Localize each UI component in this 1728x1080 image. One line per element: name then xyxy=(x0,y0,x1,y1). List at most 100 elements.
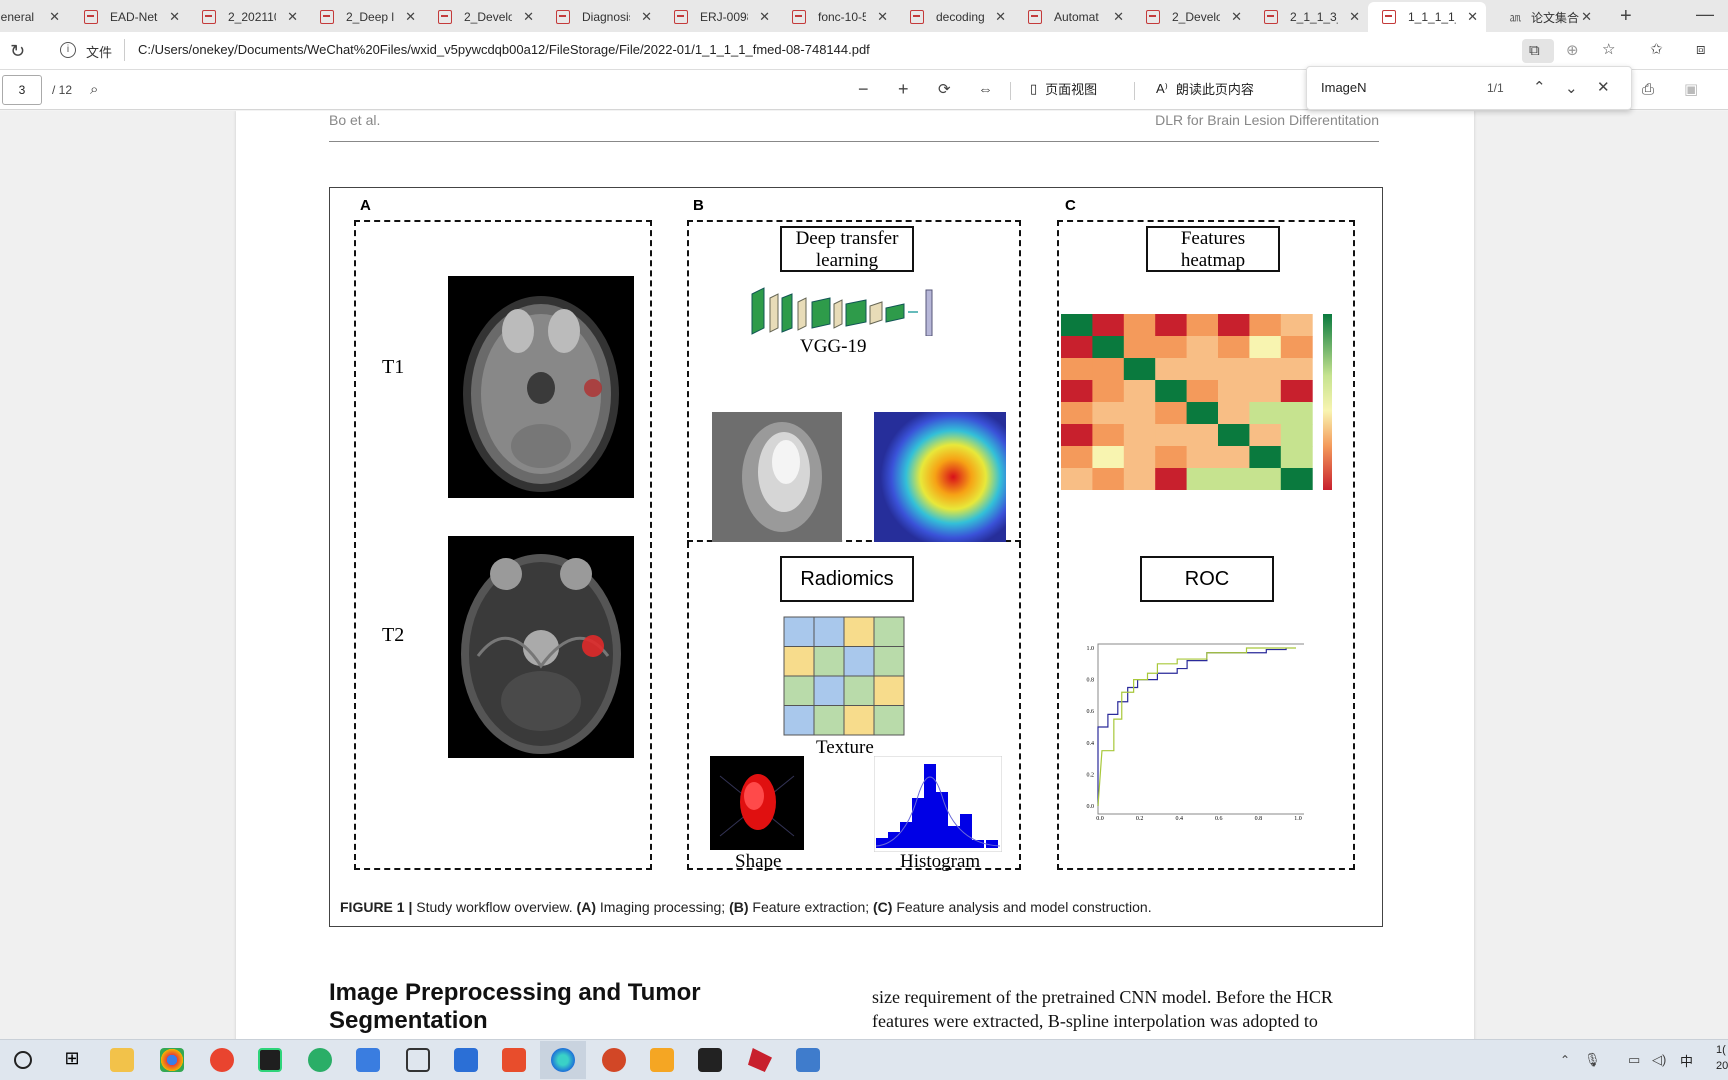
browser-tab[interactable]: 2_202110 ✕ xyxy=(188,2,306,32)
browser-tab[interactable]: ㏂论文集合 ✕ xyxy=(1500,2,1600,32)
xmind-icon[interactable] xyxy=(502,1048,526,1072)
tab-label: decoding xyxy=(936,10,984,24)
network-icon[interactable]: ▭ xyxy=(1628,1050,1640,1070)
browser-tab[interactable]: Diagnosis ✕ xyxy=(542,2,660,32)
pdf-icon xyxy=(792,10,806,24)
info-icon[interactable]: i xyxy=(60,42,76,58)
tab-close-icon[interactable]: ✕ xyxy=(405,9,416,25)
tray-expand-icon[interactable]: ⌃ xyxy=(1560,1050,1570,1070)
app-icon[interactable] xyxy=(210,1048,234,1072)
tab-close-icon[interactable]: ✕ xyxy=(169,9,180,25)
heatmap-cell xyxy=(1218,424,1250,447)
heatmap-cell xyxy=(1123,358,1156,381)
pdf-icon xyxy=(84,10,98,24)
tab-close-icon[interactable]: ✕ xyxy=(759,9,770,25)
task-view-icon[interactable]: ⊞ xyxy=(60,1048,84,1072)
tab-close-icon[interactable]: ✕ xyxy=(523,9,534,25)
url-text[interactable]: C:/Users/onekey/Documents/WeChat%20Files… xyxy=(138,42,870,57)
tab-label: 1_1_1_1_ xyxy=(1408,10,1456,24)
pdf-viewer[interactable]: Bo et al. DLR for Brain Lesion Different… xyxy=(0,111,1728,1039)
reader-mode-button[interactable]: ⧉ xyxy=(1522,39,1554,63)
photos-icon[interactable] xyxy=(796,1048,820,1072)
tab-close-icon[interactable]: ✕ xyxy=(1581,9,1592,25)
page-view-button[interactable]: ▯ 页面视图 xyxy=(1030,79,1097,98)
heatmap-cell xyxy=(1061,380,1093,403)
browser-tab[interactable]: ERJ-0098 ✕ xyxy=(660,2,778,32)
app-icon[interactable] xyxy=(650,1048,674,1072)
refresh-icon[interactable]: ↻ xyxy=(10,41,25,61)
texture-cell xyxy=(783,616,815,647)
roc-x-tick: 0.6 xyxy=(1215,816,1223,822)
pdf-icon xyxy=(438,10,452,24)
zoom-in-icon[interactable]: + xyxy=(898,79,909,99)
browser-tab[interactable]: Automat ✕ xyxy=(1014,2,1132,32)
volume-icon[interactable]: ◁) xyxy=(1652,1050,1666,1070)
t2-label: T2 xyxy=(382,624,405,646)
new-tab-icon[interactable]: + xyxy=(1620,6,1632,26)
tab-close-icon[interactable]: ✕ xyxy=(1349,9,1360,25)
browser-tab[interactable]: general ✕ xyxy=(0,2,68,32)
powerpoint-icon[interactable] xyxy=(602,1048,626,1072)
heatmap-cell xyxy=(1155,468,1188,490)
print-icon[interactable]: ⎙ xyxy=(1642,80,1654,100)
chrome-icon[interactable] xyxy=(160,1048,184,1072)
zoom-out-icon[interactable]: − xyxy=(858,79,869,99)
find-next-icon[interactable]: ⌄ xyxy=(1565,79,1578,99)
file-explorer-icon[interactable] xyxy=(110,1048,134,1072)
tab-label: 2_1_1_3_ xyxy=(1290,10,1338,24)
heatmap-cell xyxy=(1092,402,1125,425)
figure-1: A B C T1 T2 Deep transfer learning VGG-1… xyxy=(329,187,1383,927)
zoom-icon[interactable]: ⊕ xyxy=(1566,41,1579,61)
tab-close-icon[interactable]: ✕ xyxy=(1467,9,1478,25)
video-icon[interactable] xyxy=(406,1048,430,1072)
address-bar: ↻ i 文件 C:/Users/onekey/Documents/WeChat%… xyxy=(0,32,1728,70)
tab-close-icon[interactable]: ✕ xyxy=(1113,9,1124,25)
pdf-icon xyxy=(320,10,334,24)
tab-close-icon[interactable]: ✕ xyxy=(995,9,1006,25)
tab-close-icon[interactable]: ✕ xyxy=(49,9,60,25)
feishu-icon[interactable] xyxy=(356,1048,380,1072)
rotate-icon[interactable]: ⟳ xyxy=(938,80,951,100)
pycharm-icon[interactable] xyxy=(258,1048,282,1072)
page-number-input[interactable]: 3 xyxy=(2,75,42,105)
browser-tab[interactable]: 2_Develop ✕ xyxy=(1132,2,1250,32)
heatmap-cell xyxy=(1061,314,1093,337)
tab-close-icon[interactable]: ✕ xyxy=(1231,9,1242,25)
minimize-icon[interactable]: — xyxy=(1696,4,1714,24)
app-icon[interactable] xyxy=(748,1048,772,1072)
tab-close-icon[interactable]: ✕ xyxy=(877,9,888,25)
browser-tab[interactable]: 2_Develop ✕ xyxy=(424,2,542,32)
cortana-search-icon[interactable] xyxy=(14,1051,32,1069)
roc-chart: 0.00.0 0.2 0.2 0.4 0.4 0.6 0.6 0.8 0.8 1.0 1.0 xyxy=(1087,643,1304,822)
browser-tab[interactable]: EAD-Net ✕ xyxy=(70,2,188,32)
shape-label: Shape xyxy=(735,851,782,872)
microphone-icon[interactable]: 🎙 xyxy=(1584,1050,1601,1070)
browser-tab[interactable]: 2_1_1_3_ ✕ xyxy=(1250,2,1368,32)
tab-close-icon[interactable]: ✕ xyxy=(287,9,298,25)
tab-close-icon[interactable]: ✕ xyxy=(641,9,652,25)
edge-taskbar-active[interactable] xyxy=(540,1041,586,1079)
save-icon[interactable]: ▣ xyxy=(1684,80,1698,100)
ime-indicator[interactable]: 中 xyxy=(1680,1051,1693,1070)
collections-icon[interactable]: ⧈ xyxy=(1696,40,1706,60)
browser-tab[interactable]: decoding ✕ xyxy=(896,2,1014,32)
heatmap-cell xyxy=(1249,358,1282,381)
fit-width-icon[interactable]: ⇔ xyxy=(978,80,993,100)
browser-tab[interactable]: 1_1_1_1_ ✕ xyxy=(1368,2,1486,32)
search-icon[interactable]: ⌕ xyxy=(90,80,98,100)
caption-ref-c: (C) xyxy=(873,899,893,915)
find-close-icon[interactable]: ✕ xyxy=(1597,78,1610,98)
terminal-icon[interactable] xyxy=(698,1048,722,1072)
app-icon[interactable] xyxy=(454,1048,478,1072)
read-aloud-button[interactable]: A⁾ 朗读此页内容 xyxy=(1156,79,1254,98)
browser-tab[interactable]: fonc-10-5 ✕ xyxy=(778,2,896,32)
browser-tab[interactable]: 2_Deep le ✕ xyxy=(306,2,424,32)
clock[interactable]: 1( 202 xyxy=(1716,1042,1728,1074)
deep-transfer-learning-label: Deep transfer learning xyxy=(780,226,914,272)
favorites-icon[interactable]: ✩ xyxy=(1650,40,1663,60)
find-previous-icon[interactable]: ⌃ xyxy=(1533,78,1546,98)
tab-label: ERJ-0098 xyxy=(700,10,748,24)
find-input[interactable]: ImageN xyxy=(1321,80,1367,95)
favorite-add-icon[interactable]: ☆ xyxy=(1602,40,1615,60)
wechat-icon[interactable] xyxy=(308,1048,332,1072)
